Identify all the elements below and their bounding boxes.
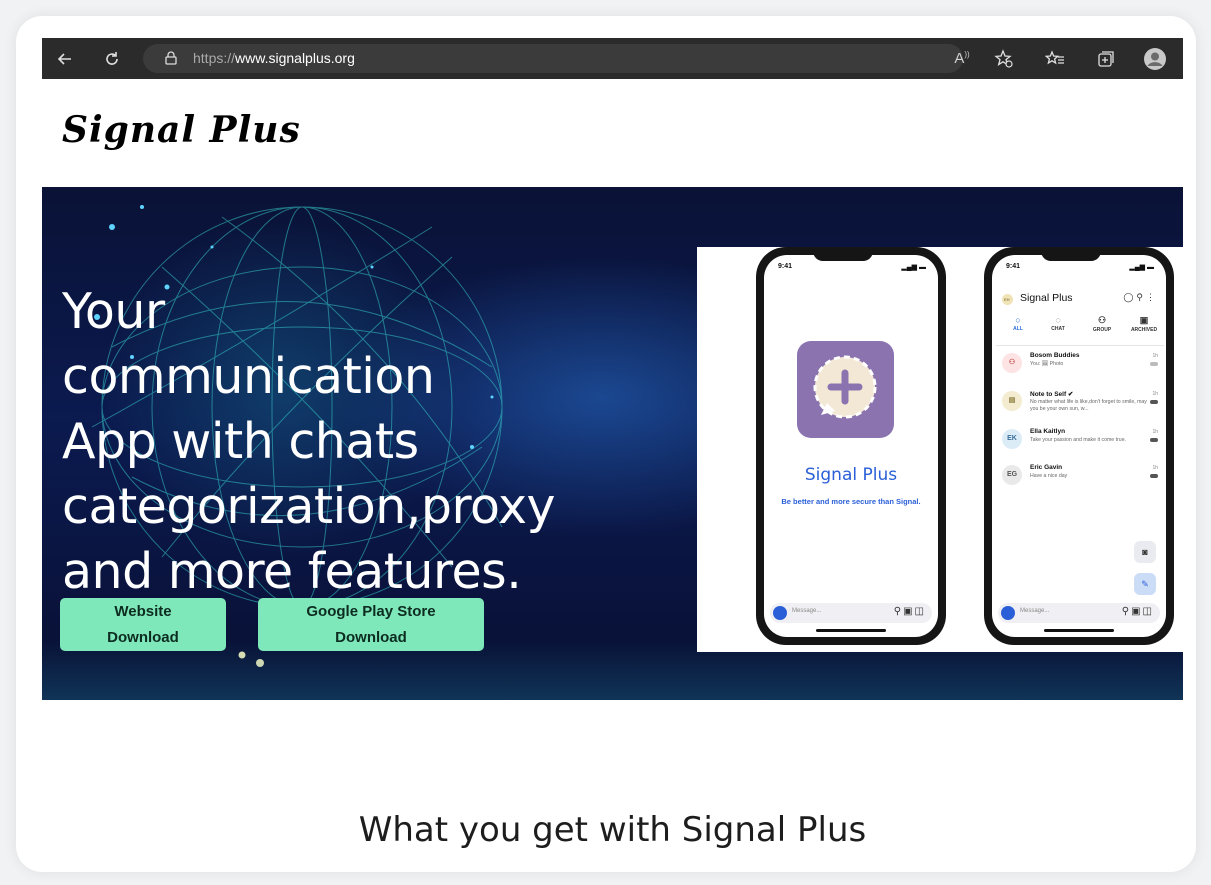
chat-name: Note to Self ✔ — [1030, 391, 1074, 398]
chat-avatar: EK — [1002, 429, 1022, 449]
refresh-button[interactable] — [97, 38, 127, 79]
status-time: 9:41 — [1006, 263, 1021, 270]
chat-list-item[interactable]: EK Ella Kaitlyn Take your passion and ma… — [998, 425, 1162, 459]
pencil-icon: ✎ — [1141, 579, 1149, 589]
back-button[interactable] — [50, 38, 80, 79]
signal-plus-app-icon — [797, 341, 894, 438]
headline-line: communication — [62, 348, 435, 405]
attach-icon[interactable] — [773, 606, 787, 620]
tab-archived[interactable]: ▣ ARCHIVED — [1124, 315, 1164, 333]
message-tools-icon: ⚲▣◫ — [893, 606, 926, 617]
message-bar[interactable]: Message... ⚲▣◫ — [998, 603, 1160, 623]
chat-time: 1h — [1152, 391, 1158, 397]
chat-header: EH Signal Plus ◯⚲⋮ — [1002, 291, 1162, 307]
chat-name: Eric Gavin — [1030, 464, 1063, 471]
app-tagline: Be better and more secure than Signal. — [781, 497, 921, 506]
add-favorite-button[interactable] — [989, 38, 1019, 79]
hero-headline: Your communication App with chats catego… — [62, 279, 622, 604]
url-text: https://www.signalplus.org — [193, 50, 355, 66]
app-name: Signal Plus — [804, 465, 898, 485]
site-header: Signal Plus — [42, 79, 1183, 187]
camera-button[interactable]: ◙ — [1134, 541, 1156, 563]
button-label: Download — [335, 628, 407, 646]
plus-bubble-icon — [813, 355, 877, 419]
browser-window: https://www.signalplus.org A)) Signal Pl… — [42, 38, 1183, 858]
chat-name: Bosom Buddies — [1030, 352, 1080, 359]
attach-icon[interactable] — [1001, 606, 1015, 620]
header-actions-icon[interactable]: ◯⚲⋮ — [1123, 292, 1158, 303]
profile-button[interactable] — [1140, 38, 1170, 79]
message-tools-icon: ⚲▣◫ — [1121, 606, 1154, 617]
status-signal: ▂▄▆ ▬ — [1129, 264, 1154, 271]
mute-icon — [1150, 362, 1158, 366]
chat-preview: Take your passion and make it come true. — [1030, 437, 1127, 443]
headline-line: categorization,proxy — [62, 478, 556, 535]
message-placeholder: Message... — [792, 608, 822, 614]
chat-list-item[interactable]: ▤ Note to Self ✔ No matter what life is … — [998, 387, 1162, 421]
chat-time: 1h — [1152, 465, 1158, 471]
tab-group[interactable]: ⚇ GROUP — [1082, 315, 1122, 333]
chat-avatar: EG — [1002, 465, 1022, 485]
address-bar[interactable]: https://www.signalplus.org — [143, 44, 963, 73]
site-logo[interactable]: Signal Plus — [62, 109, 301, 151]
chat-time: 1h — [1152, 429, 1158, 435]
back-arrow-icon — [57, 52, 71, 65]
collections-button[interactable] — [1091, 38, 1121, 79]
unread-badge — [1150, 438, 1158, 442]
home-indicator — [816, 629, 886, 632]
button-label: Website — [114, 602, 172, 620]
phone-notch — [813, 247, 873, 261]
chat-category-tabs: ○ ALL ◌ CHAT ⚇ GROUP ▣ ARCHIVED — [996, 315, 1164, 346]
unread-badge — [1150, 474, 1158, 478]
camera-icon: ◙ — [1142, 547, 1148, 557]
favorites-button[interactable] — [1040, 38, 1070, 79]
chat-list-item[interactable]: EG Eric Gavin Have a nice day 1h — [998, 461, 1162, 495]
message-placeholder: Message... — [1020, 608, 1050, 614]
status-time: 9:41 — [778, 263, 793, 270]
favorites-icon — [1045, 49, 1064, 64]
phone-screen: 9:41 ▂▄▆ ▬ EH Signal Plus ◯⚲⋮ ○ ALL ◌ CHAT… — [992, 255, 1166, 637]
hero-banner: Your communication App with chats catego… — [42, 187, 1183, 700]
user-avatar[interactable]: EH — [1002, 294, 1013, 305]
phone-screen: 9:41 ▂▄▆ ▬ Signal Plus Be better and mor… — [764, 255, 938, 637]
lock-icon — [165, 51, 177, 65]
chat-avatar: ▤ — [1002, 391, 1022, 411]
headline-line: Your — [62, 283, 165, 340]
read-aloud-icon: A)) — [954, 50, 970, 67]
browser-toolbar: https://www.signalplus.org A)) — [42, 38, 1183, 79]
headline-line: and more features. — [62, 543, 522, 600]
chat-list-item[interactable]: ⚇ Bosom Buddies You: 🖼 Photo 1h — [998, 349, 1162, 383]
app-screenshots-panel: 9:41 ▂▄▆ ▬ Signal Plus Be better and mor… — [697, 247, 1183, 652]
features-section-title: What you get with Signal Plus — [358, 810, 867, 850]
phone-mockup-splash: 9:41 ▂▄▆ ▬ Signal Plus Be better and mor… — [756, 247, 946, 645]
message-bar[interactable]: Message... ⚲▣◫ — [770, 603, 932, 623]
website-download-button[interactable]: Website Download — [60, 598, 226, 651]
favorite-add-icon — [994, 48, 1013, 68]
tab-chat[interactable]: ◌ CHAT — [1038, 315, 1078, 332]
chat-preview: No matter what life is like,don't forget… — [1030, 399, 1147, 412]
phone-notch — [1041, 247, 1101, 261]
phone-mockup-chats: 9:41 ▂▄▆ ▬ EH Signal Plus ◯⚲⋮ ○ ALL ◌ CHAT… — [984, 247, 1174, 645]
chat-avatar: ⚇ — [1002, 353, 1022, 373]
chat-app-title: Signal Plus — [1020, 292, 1073, 304]
read-aloud-button[interactable]: A)) — [947, 38, 977, 79]
google-play-download-button[interactable]: Google Play Store Download — [258, 598, 484, 651]
chat-name: Ella Kaitlyn — [1030, 428, 1066, 435]
chat-time: 1h — [1152, 353, 1158, 359]
home-indicator — [1044, 629, 1114, 632]
status-signal: ▂▄▆ ▬ — [901, 264, 926, 271]
refresh-icon — [106, 51, 118, 65]
chat-preview: You: 🖼 Photo — [1030, 361, 1064, 367]
chat-preview: Have a nice day — [1030, 473, 1068, 479]
collections-icon — [1098, 50, 1114, 67]
profile-avatar-icon — [1144, 47, 1166, 70]
headline-line: App with chats — [62, 413, 419, 470]
button-label: Download — [107, 628, 179, 646]
button-label: Google Play Store — [306, 602, 436, 620]
compose-button[interactable]: ✎ — [1134, 573, 1156, 595]
tab-all[interactable]: ○ ALL — [998, 315, 1038, 332]
unread-badge — [1150, 400, 1158, 404]
